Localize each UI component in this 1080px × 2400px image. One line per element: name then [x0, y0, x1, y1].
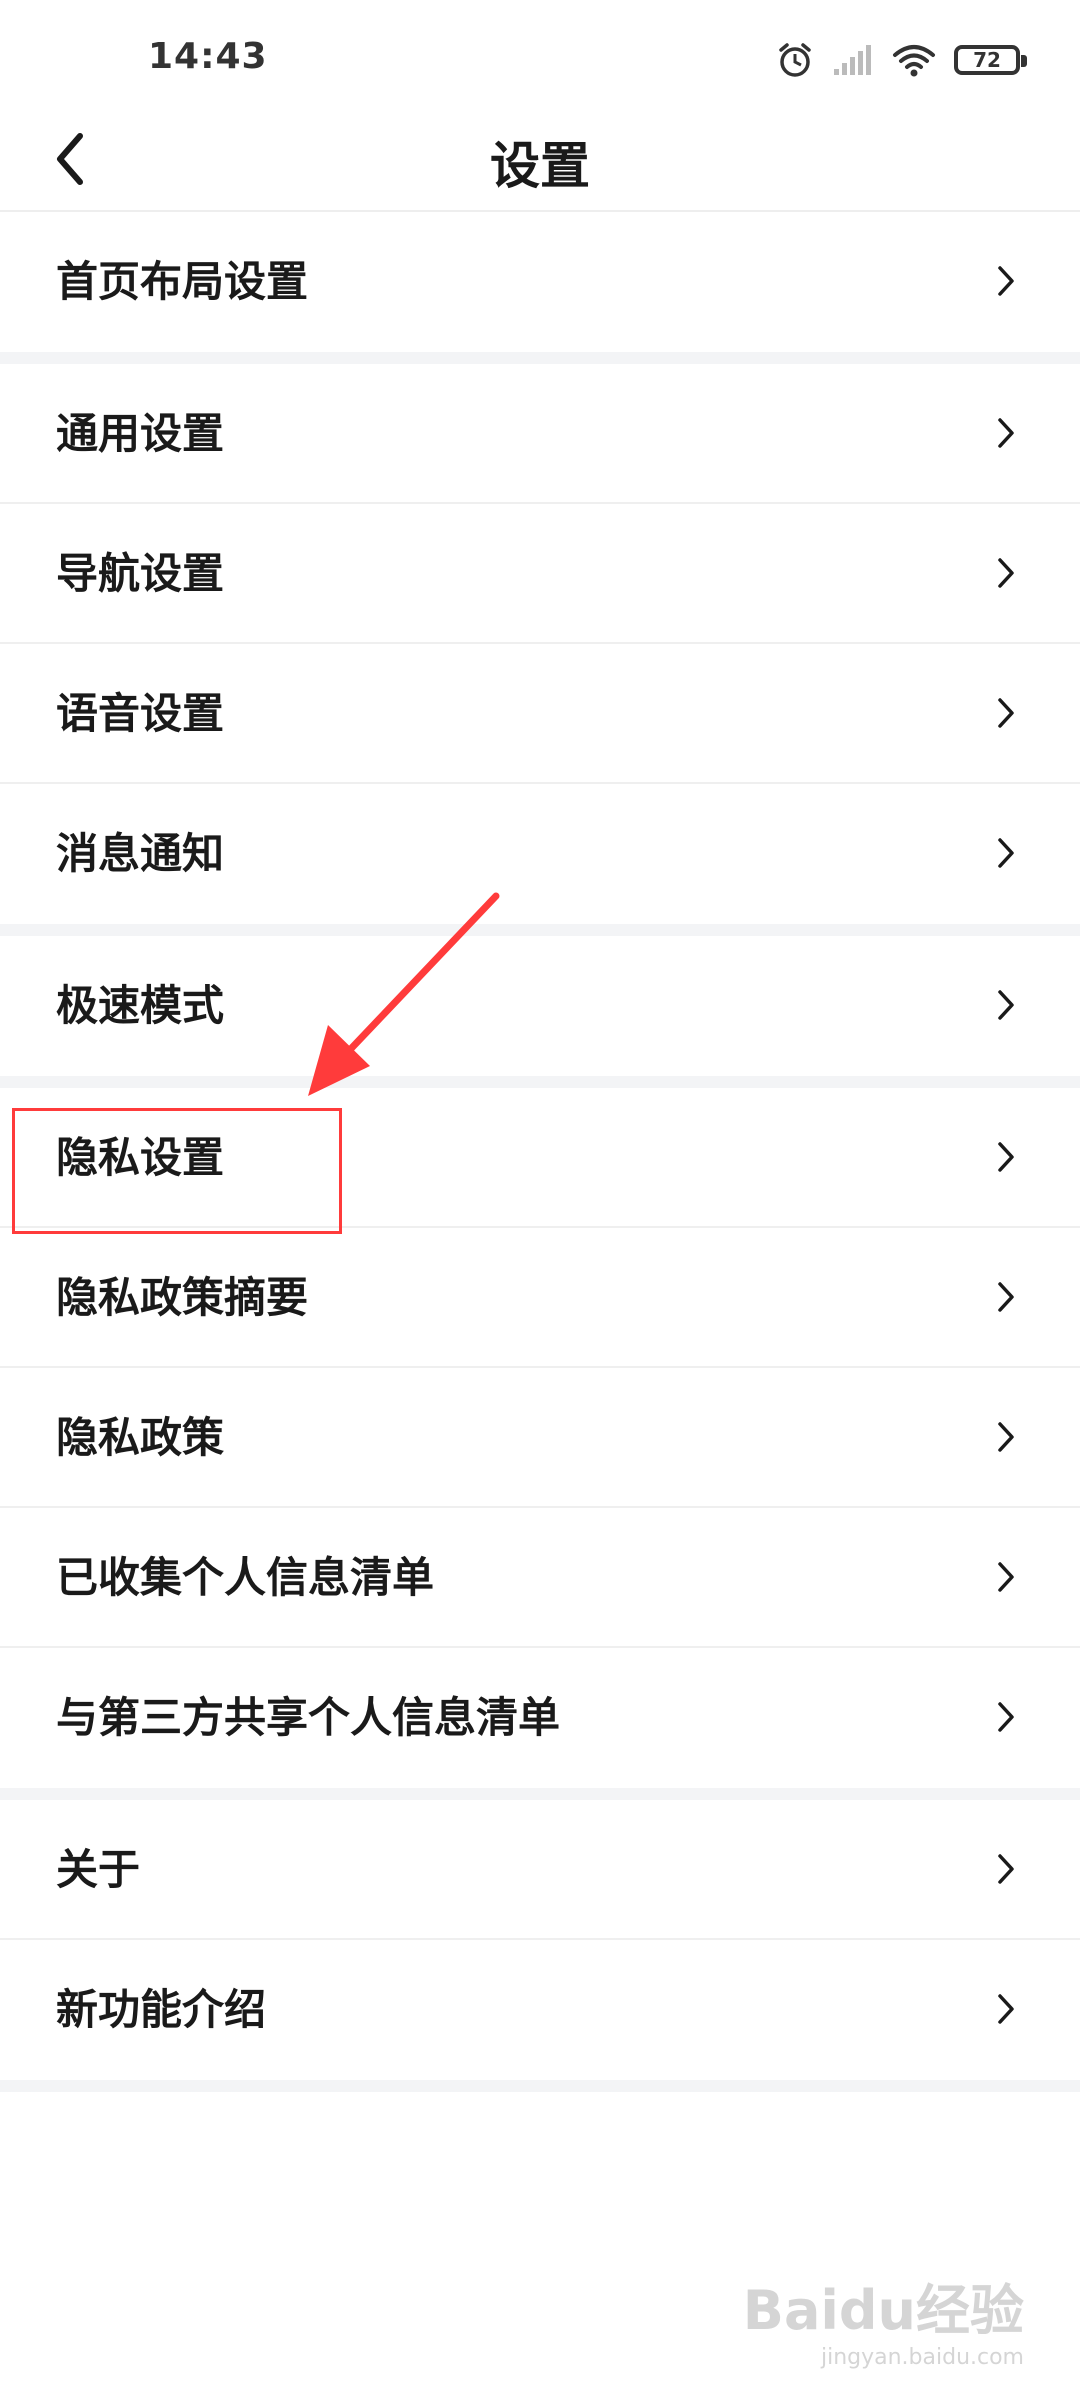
watermark-url: jingyan.baidu.com: [820, 2345, 1024, 2370]
settings-item-label: 已收集个人信息清单: [56, 1553, 435, 1602]
settings-item-label: 通用设置: [56, 409, 225, 458]
status-bar: 14:43 72: [0, 0, 1080, 110]
settings-item-new-features[interactable]: 新功能介绍: [0, 1940, 1080, 2080]
settings-item-homepage-layout[interactable]: 首页布局设置: [0, 212, 1080, 352]
settings-item-speed-mode[interactable]: 极速模式: [0, 936, 1080, 1076]
chevron-right-icon: [998, 1854, 1014, 1884]
watermark: Baidu经验 jingyan.baidu.com: [743, 2266, 1024, 2370]
settings-item-about[interactable]: 关于: [0, 1800, 1080, 1940]
chevron-right-icon: [998, 1282, 1014, 1312]
chevron-right-icon: [998, 558, 1014, 588]
highlight-box: [12, 1108, 342, 1234]
battery-level: 72: [973, 48, 1001, 72]
settings-item-privacy-summary[interactable]: 隐私政策摘要: [0, 1228, 1080, 1368]
page-title: 设置: [490, 137, 590, 195]
chevron-right-icon: [998, 1994, 1014, 2024]
chevron-right-icon: [998, 418, 1014, 448]
settings-item-label: 语音设置: [56, 689, 225, 738]
settings-item-notifications[interactable]: 消息通知: [0, 784, 1080, 924]
settings-item-privacy-policy[interactable]: 隐私政策: [0, 1368, 1080, 1508]
settings-item-label: 隐私政策摘要: [56, 1273, 309, 1322]
section-divider: [0, 1788, 1080, 1800]
settings-item-collected-info[interactable]: 已收集个人信息清单: [0, 1508, 1080, 1648]
section-divider: [0, 2080, 1080, 2092]
watermark-logo: Baidu经验: [742, 2279, 1024, 2342]
alarm-icon: [779, 43, 811, 77]
settings-item-label: 首页布局设置: [56, 257, 309, 306]
settings-item-label: 隐私政策: [56, 1413, 225, 1462]
section-divider: [0, 1076, 1080, 1088]
status-icons: 72: [776, 36, 1027, 84]
signal-icon: [834, 45, 871, 75]
settings-item-voice[interactable]: 语音设置: [0, 644, 1080, 784]
settings-item-third-party-sharing[interactable]: 与第三方共享个人信息清单: [0, 1648, 1080, 1788]
chevron-right-icon: [998, 1422, 1014, 1452]
status-time: 14:43: [148, 36, 268, 77]
settings-item-general[interactable]: 通用设置: [0, 364, 1080, 504]
app-header: 设置: [0, 110, 1080, 212]
chevron-right-icon: [998, 266, 1014, 296]
settings-item-navigation[interactable]: 导航设置: [0, 504, 1080, 644]
battery-icon: 72: [954, 45, 1027, 75]
settings-item-label: 与第三方共享个人信息清单: [56, 1693, 561, 1742]
section-divider: [0, 924, 1080, 936]
settings-item-label: 新功能介绍: [56, 1985, 267, 2034]
wifi-icon: [893, 45, 935, 77]
chevron-right-icon: [998, 1562, 1014, 1592]
settings-item-label: 关于: [56, 1845, 141, 1894]
chevron-right-icon: [998, 1142, 1014, 1172]
chevron-right-icon: [998, 1702, 1014, 1732]
chevron-right-icon: [998, 698, 1014, 728]
settings-item-label: 消息通知: [56, 829, 225, 878]
settings-item-label: 极速模式: [56, 981, 225, 1030]
chevron-right-icon: [998, 990, 1014, 1020]
chevron-right-icon: [998, 838, 1014, 868]
settings-item-label: 导航设置: [56, 549, 225, 598]
section-divider: [0, 352, 1080, 364]
